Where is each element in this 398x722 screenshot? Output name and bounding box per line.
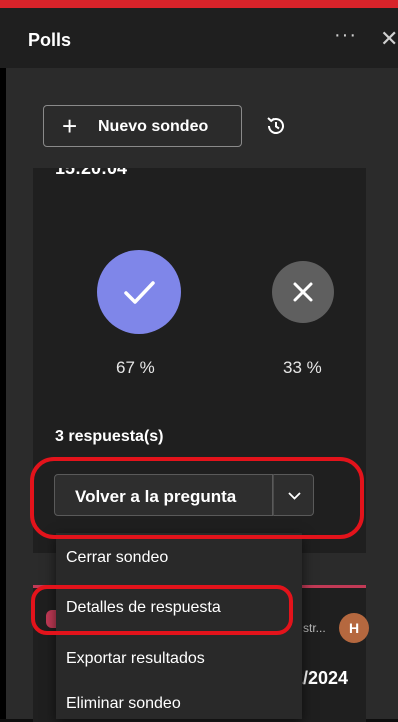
new-poll-button[interactable]: + Nuevo sondeo — [43, 105, 242, 147]
poll-actions-menu: Cerrar sondeo Detalles de respuesta Expo… — [56, 533, 302, 719]
chevron-down-icon — [288, 492, 301, 500]
app-header: Polls ··· ✕ — [0, 8, 398, 68]
more-actions-dropdown[interactable] — [273, 474, 314, 516]
menu-item-delete-poll[interactable]: Eliminar sondeo — [66, 695, 181, 713]
option-yes-percent: 67 % — [116, 358, 155, 377]
menu-item-response-details[interactable]: Detalles de respuesta — [66, 599, 221, 617]
menu-item-close-poll[interactable]: Cerrar sondeo — [66, 549, 168, 567]
plus-icon: + — [62, 111, 78, 141]
close-icon[interactable]: ✕ — [380, 26, 398, 52]
creator-name: str... — [303, 621, 326, 635]
response-count: 3 respuesta(s) — [55, 428, 164, 445]
top-stripe — [0, 0, 398, 8]
poll-time: 15:20:04 — [55, 168, 128, 178]
history-icon[interactable] — [265, 115, 287, 137]
poll-card: 15:20:04 67 % 33 % 3 respuesta(s) Volver… — [33, 168, 366, 553]
app-title: Polls — [28, 30, 72, 50]
more-options-icon[interactable]: ··· — [334, 24, 357, 47]
new-poll-label: Nuevo sondeo — [98, 118, 209, 135]
back-to-question-label: Volver a la pregunta — [75, 487, 237, 506]
option-no[interactable] — [272, 261, 334, 323]
back-to-question-button[interactable]: Volver a la pregunta — [54, 474, 273, 516]
close-icon — [293, 282, 313, 302]
option-no-percent: 33 % — [283, 358, 322, 377]
avatar: H — [339, 613, 369, 643]
checkmark-icon — [124, 281, 155, 304]
menu-item-export-results[interactable]: Exportar resultados — [66, 650, 205, 668]
option-yes[interactable] — [97, 250, 181, 334]
